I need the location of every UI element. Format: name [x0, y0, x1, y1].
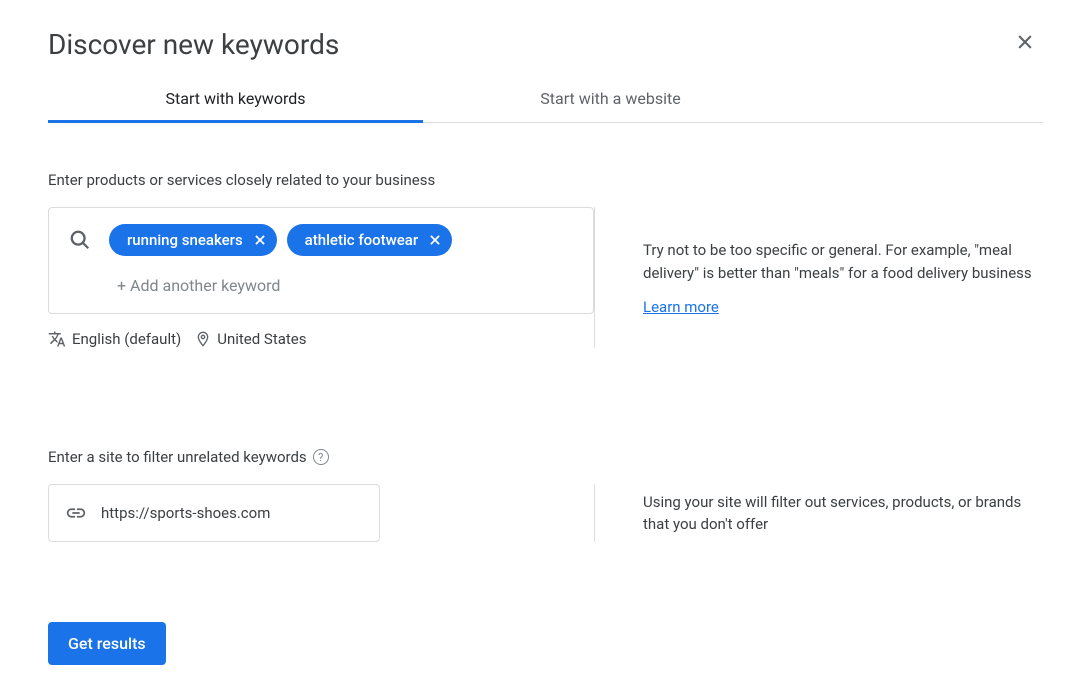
help-icon[interactable]: ? [313, 449, 329, 465]
chip-label: athletic footwear [305, 231, 419, 249]
site-label: Enter a site to filter unrelated keyword… [48, 448, 1043, 466]
translate-icon [48, 330, 66, 348]
keyword-chip: athletic footwear [287, 224, 453, 256]
link-icon [65, 502, 87, 524]
close-icon [253, 233, 267, 247]
location-icon [195, 331, 211, 347]
search-icon [69, 229, 91, 251]
get-results-button[interactable]: Get results [48, 622, 166, 665]
language-selector[interactable]: English (default) [48, 330, 181, 348]
tab-keywords[interactable]: Start with keywords [48, 89, 423, 122]
chip-remove-button[interactable] [253, 233, 267, 247]
chip-label: running sneakers [127, 231, 243, 249]
language-label: English (default) [72, 330, 181, 348]
learn-more-link[interactable]: Learn more [643, 298, 1043, 316]
close-icon [1015, 32, 1035, 52]
site-label-text: Enter a site to filter unrelated keyword… [48, 448, 307, 466]
add-keyword-input[interactable]: + Add another keyword [117, 276, 577, 295]
keywords-hint: Try not to be too specific or general. F… [643, 239, 1043, 284]
page-title: Discover new keywords [48, 28, 339, 61]
keyword-chip: running sneakers [109, 224, 277, 256]
location-label: United States [217, 330, 306, 348]
site-hint: Using your site will filter out services… [643, 491, 1043, 536]
site-input-container [48, 484, 380, 542]
tab-website[interactable]: Start with a website [423, 89, 798, 122]
site-url-input[interactable] [101, 504, 363, 522]
close-icon [428, 233, 442, 247]
location-selector[interactable]: United States [195, 330, 306, 348]
tabs: Start with keywords Start with a website [48, 89, 1043, 123]
chip-remove-button[interactable] [428, 233, 442, 247]
keywords-label: Enter products or services closely relat… [48, 171, 1043, 189]
keyword-input-box[interactable]: running sneakers athletic footwear [48, 207, 594, 314]
close-button[interactable] [1007, 24, 1043, 60]
